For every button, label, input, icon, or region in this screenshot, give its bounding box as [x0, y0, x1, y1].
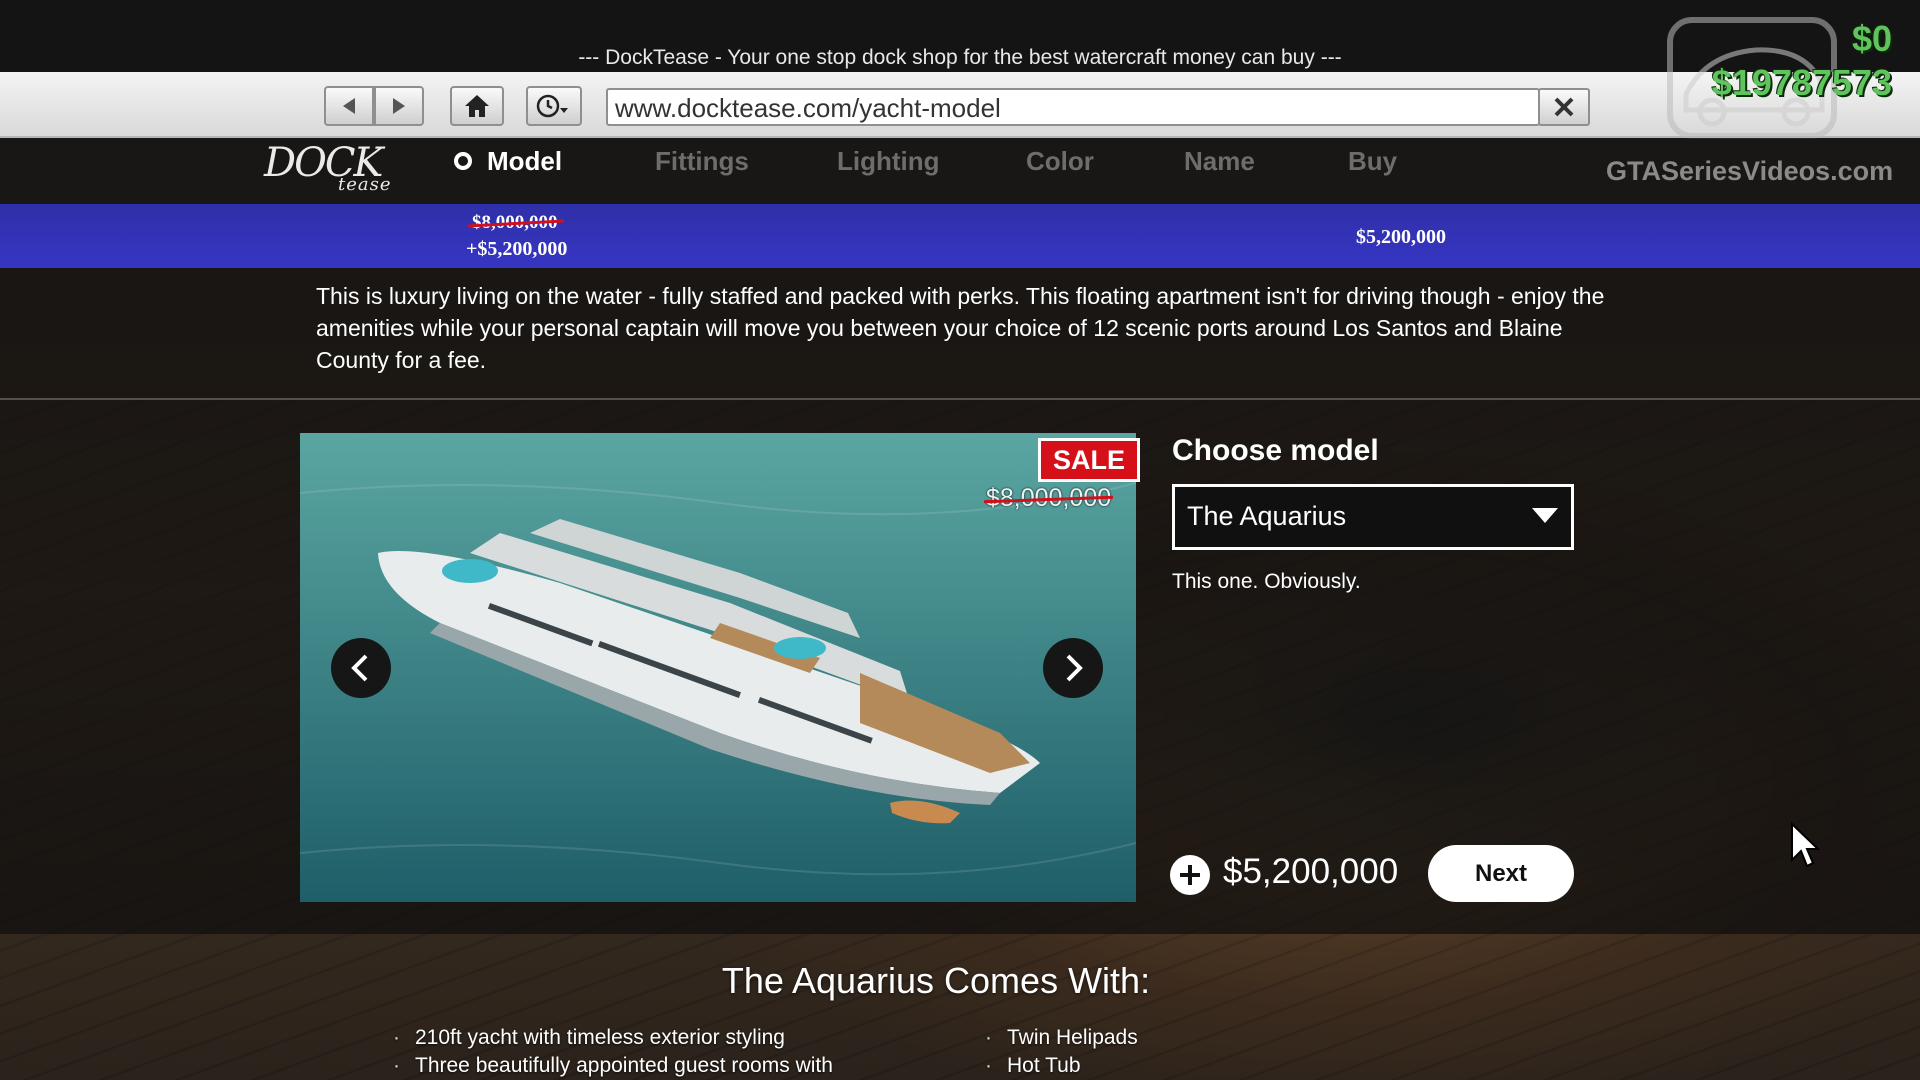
- watermark: GTASeriesVideos.com: [1606, 156, 1894, 186]
- chevron-right-icon: [1066, 654, 1083, 682]
- back-button[interactable]: [324, 86, 374, 126]
- price-strip: [0, 204, 1920, 268]
- step-fittings[interactable]: Fittings: [655, 146, 749, 177]
- mouse-cursor-icon: [1791, 822, 1820, 868]
- forward-arrow-icon: [393, 98, 405, 114]
- logo-sub-text: tease: [338, 174, 392, 195]
- model-description: This is luxury living on the water - ful…: [316, 283, 1605, 373]
- feature-item: Three beautifully appointed guest rooms …: [393, 1054, 833, 1078]
- chevron-left-icon: [351, 654, 368, 682]
- forward-button[interactable]: [374, 86, 424, 126]
- step-name[interactable]: Name: [1184, 146, 1255, 177]
- cash-amount: $0: [1851, 18, 1892, 59]
- purchase-price: $5,200,000: [1223, 852, 1399, 891]
- gallery-old-price: $8,000,000: [986, 484, 1112, 512]
- history-clock-icon: [536, 94, 568, 118]
- strip-total-price: $5,200,000: [1356, 226, 1446, 248]
- step-lighting[interactable]: Lighting: [837, 146, 940, 177]
- bank-amount: $19787573: [1711, 62, 1892, 103]
- choose-model-heading: Choose model: [1172, 434, 1379, 467]
- clear-url-button[interactable]: [1538, 88, 1590, 126]
- model-select[interactable]: The Aquarius: [1172, 484, 1574, 550]
- feature-item: Twin Helipads: [985, 1026, 1138, 1050]
- model-note: This one. Obviously.: [1172, 570, 1361, 593]
- step-buy[interactable]: Buy: [1348, 146, 1397, 177]
- next-button[interactable]: Next: [1428, 845, 1574, 902]
- feature-item: Hot Tub: [985, 1054, 1080, 1078]
- site-tagline: --- DockTease - Your one stop dock shop …: [578, 46, 1342, 69]
- docktease-logo[interactable]: DOCK tease: [264, 140, 391, 195]
- strip-new-price: +$5,200,000: [466, 238, 568, 260]
- plus-icon: [1170, 855, 1210, 895]
- close-x-icon: [1554, 97, 1574, 117]
- features-title: The Aquarius Comes With:: [721, 960, 1151, 1001]
- active-step-indicator-icon: [454, 152, 472, 170]
- dropdown-caret-icon[interactable]: [1532, 508, 1558, 523]
- step-color[interactable]: Color: [1026, 146, 1094, 177]
- feature-item: 210ft yacht with timeless exterior styli…: [393, 1026, 785, 1050]
- sale-badge: SALE: [1038, 438, 1141, 482]
- home-icon: [465, 95, 489, 117]
- address-bar[interactable]: www.docktease.com/yacht-model: [606, 88, 1540, 126]
- back-arrow-icon: [343, 98, 355, 114]
- history-button[interactable]: [526, 86, 582, 126]
- home-button[interactable]: [450, 86, 504, 126]
- strip-old-price: $8,000,000: [472, 212, 558, 233]
- step-model[interactable]: Model: [487, 146, 562, 177]
- gallery-prev-button[interactable]: [331, 638, 391, 698]
- gallery-next-button[interactable]: [1043, 638, 1103, 698]
